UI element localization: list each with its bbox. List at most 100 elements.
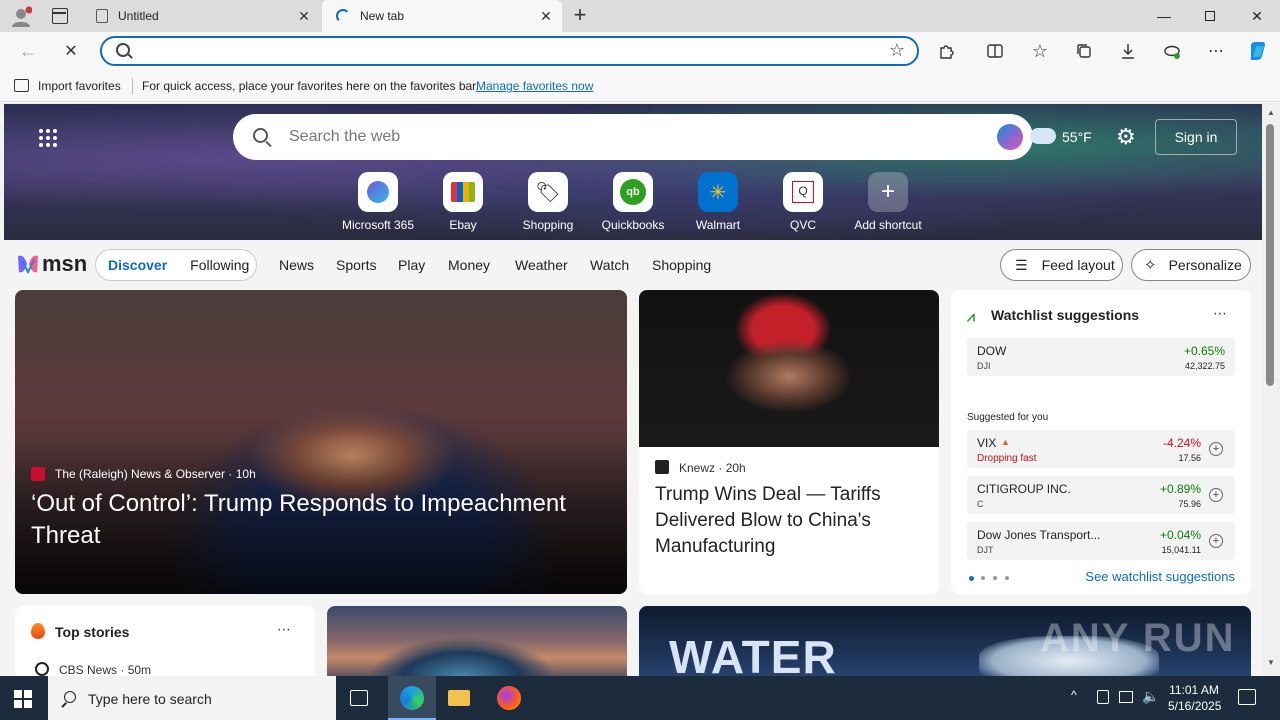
watchlist-row-vix[interactable]: VIX ▲ Dropping fast -4.24% 17.56 + (967, 430, 1235, 468)
shortcut-shopping[interactable]: 🏷 Shopping (506, 172, 590, 232)
nav-play[interactable]: Play (398, 257, 425, 273)
nav-news[interactable]: News (279, 257, 314, 273)
title-bar: Untitled ✕ New tab ✕ + — ✕ (0, 0, 1280, 32)
watchlist-row-djt[interactable]: Dow Jones Transport... DJT +0.04% 15,041… (967, 522, 1235, 560)
web-search-input[interactable]: Search the web (289, 128, 400, 146)
extensions-icon[interactable] (934, 38, 960, 64)
nav-money[interactable]: Money (448, 257, 490, 273)
tab-discover[interactable]: Discover (108, 257, 167, 273)
tab-new-tab[interactable]: New tab ✕ (322, 0, 562, 32)
top-stories-more-icon[interactable]: ⋯ (277, 621, 291, 638)
notifications-icon[interactable] (1238, 689, 1256, 705)
browser-essentials-icon[interactable] (1159, 38, 1185, 64)
restore-button[interactable] (1187, 0, 1233, 32)
close-tab-icon[interactable]: ✕ (538, 8, 554, 24)
nav-weather[interactable]: Weather (515, 257, 568, 273)
favorite-star-icon[interactable]: ☆ (889, 40, 905, 61)
split-screen-icon[interactable] (982, 38, 1008, 64)
tab-following[interactable]: Following (190, 257, 249, 273)
walmart-spark-icon: ✳ (709, 181, 727, 204)
more-icon[interactable]: ⋯ (1203, 38, 1229, 64)
page-scrollbar[interactable]: ▲ ▼ (1262, 104, 1280, 676)
source-logo-icon (31, 467, 45, 481)
tab-actions-icon[interactable] (52, 8, 68, 24)
file-explorer-icon[interactable] (448, 690, 470, 706)
import-favorites-icon[interactable] (14, 79, 29, 92)
address-bar[interactable]: ☆ (100, 36, 919, 66)
see-watchlist-link[interactable]: See watchlist suggestions (1085, 569, 1235, 584)
watchlist-more-icon[interactable]: ⋯ (1213, 305, 1227, 322)
shortcut-add[interactable]: + Add shortcut (846, 172, 930, 232)
network-icon[interactable] (1119, 691, 1133, 703)
show-hidden-icons[interactable]: ^ (1071, 688, 1077, 702)
second-story-headline[interactable]: Trump Wins Deal — Tariffs Delivered Blow… (655, 482, 925, 560)
tab-untitled[interactable]: Untitled ✕ (84, 0, 320, 32)
taskbar-search-input[interactable]: Type here to search (88, 691, 212, 707)
second-story-source: Knewz · 20h (679, 461, 746, 475)
hero-story-card[interactable]: The (Raleigh) News & Observer · 10h ‘Out… (15, 290, 627, 594)
add-to-watchlist-icon[interactable]: + (1209, 442, 1223, 456)
weather-temperature[interactable]: 55°F (1062, 129, 1092, 145)
sign-in-button[interactable]: Sign in (1155, 119, 1237, 155)
watchlist-trend-icon: ⩘ (967, 308, 975, 324)
qvc-icon: Q (792, 181, 814, 203)
watchlist-main-row[interactable]: DOW DJI +0.65% 42,322.75 (967, 338, 1235, 376)
import-favorites-button[interactable]: Import favorites (38, 79, 121, 93)
manage-favorites-link[interactable]: Manage favorites now (476, 79, 593, 93)
image-story-card[interactable] (327, 606, 627, 676)
watchlist-card: ⩘ Watchlist suggestions ⋯ DOW DJI +0.65%… (951, 290, 1251, 594)
watchlist-title[interactable]: Watchlist suggestions (991, 307, 1139, 323)
scroll-up-icon[interactable]: ▲ (1267, 108, 1275, 117)
copilot-icon[interactable] (1245, 38, 1271, 64)
nav-sports[interactable]: Sports (336, 257, 376, 273)
shopping-tag-icon: 🏷 (535, 181, 561, 204)
web-search-box[interactable]: Search the web (233, 114, 1033, 160)
top-stories-title[interactable]: Top stories (55, 624, 129, 640)
new-tab-button[interactable]: + (568, 4, 592, 28)
personalize-icon: ✧ (1144, 257, 1157, 274)
shortcut-microsoft-365[interactable]: Microsoft 365 (336, 172, 420, 232)
apps-launcher-icon[interactable] (38, 128, 58, 148)
profile-icon[interactable] (10, 6, 33, 28)
scroll-thumb[interactable] (1266, 124, 1274, 386)
msn-logo[interactable]: msn (16, 251, 87, 277)
hero-story-headline[interactable]: ‘Out of Control’: Trump Responds to Impe… (31, 488, 611, 552)
clock[interactable]: 11:01 AM 5/16/2025 (1168, 682, 1221, 714)
minimize-button[interactable]: — (1141, 0, 1187, 32)
add-to-watchlist-icon[interactable]: + (1209, 534, 1223, 548)
second-story-card[interactable]: Knewz · 20h Trump Wins Deal — Tariffs De… (639, 290, 939, 594)
favorites-icon[interactable]: ☆ (1027, 38, 1053, 64)
weather-cloud-icon[interactable] (1030, 128, 1056, 144)
browser-toolbar: ← ✕ ☆ ☆ ⋯ (0, 32, 1280, 70)
settings-gear-icon[interactable]: ⚙ (1116, 126, 1138, 148)
shortcut-ebay[interactable]: Ebay (421, 172, 505, 232)
collections-icon[interactable] (1071, 38, 1097, 64)
network-status-icon[interactable] (1097, 690, 1109, 704)
taskbar-search-box[interactable]: Type here to search (48, 676, 336, 720)
personalize-button[interactable]: ✧ Personalize (1131, 249, 1251, 281)
top-stories-card: Top stories ⋯ CBS News · 50m (15, 606, 315, 676)
firefox-icon[interactable] (497, 686, 521, 710)
close-tab-icon[interactable]: ✕ (296, 8, 312, 24)
nav-shopping[interactable]: Shopping (652, 257, 711, 273)
feed-layout-button[interactable]: ☰ Feed layout (1000, 249, 1123, 281)
watchlist-row-citigroup[interactable]: CITIGROUP INC. C +0.89% 75.96 + (967, 476, 1235, 514)
downloads-icon[interactable] (1115, 38, 1141, 64)
copilot-search-icon[interactable] (997, 124, 1023, 150)
nav-watch[interactable]: Watch (590, 257, 629, 273)
shortcut-qvc[interactable]: Q QVC (761, 172, 845, 232)
favorites-bar: Import favorites For quick access, place… (0, 70, 1280, 102)
add-to-watchlist-icon[interactable]: + (1209, 488, 1223, 502)
clock-time: 11:01 AM (1169, 683, 1219, 697)
scroll-down-icon[interactable]: ▼ (1267, 658, 1275, 667)
back-icon[interactable]: ← (15, 38, 41, 64)
volume-icon[interactable]: 🔈 (1142, 688, 1159, 705)
windows-start-icon[interactable] (14, 690, 32, 708)
shortcut-quickbooks[interactable]: qb Quickbooks (591, 172, 675, 232)
shortcut-walmart[interactable]: ✳ Walmart (676, 172, 760, 232)
carousel-dots[interactable] (969, 576, 1019, 582)
taskbar-edge-button[interactable] (388, 676, 436, 720)
stop-icon[interactable]: ✕ (58, 38, 84, 64)
task-view-icon[interactable] (350, 690, 368, 706)
close-window-button[interactable]: ✕ (1234, 0, 1280, 32)
